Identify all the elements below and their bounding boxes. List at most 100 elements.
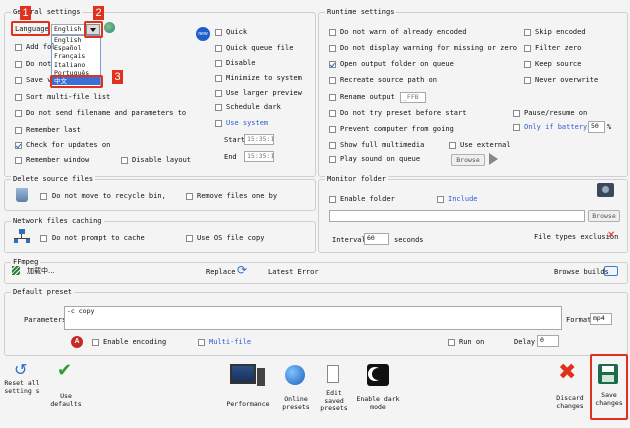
remember-last-label: Remember last [26, 126, 81, 134]
add-folder-checkbox[interactable] [15, 44, 22, 51]
schedule-dark-label: Schedule dark [226, 103, 281, 111]
use-defaults-label: Use defaults [50, 392, 82, 408]
use-external-checkbox[interactable] [449, 142, 456, 149]
annotation-tag-2: 2 [93, 6, 104, 20]
no-prompt-cache-checkbox[interactable] [40, 235, 47, 242]
disable-layout-checkbox[interactable] [121, 157, 128, 164]
remember-window-checkbox[interactable] [15, 157, 22, 164]
use-os-copy-checkbox[interactable] [186, 235, 193, 242]
delete-source-title: Delete source files [11, 175, 96, 183]
online-presets-button[interactable]: Online presets [280, 362, 312, 412]
parameters-input[interactable]: -c copy [64, 306, 562, 330]
globe-icon [285, 365, 305, 385]
performance-label: Performance [226, 400, 270, 408]
edit-saved-presets-button[interactable]: Edit saved presets [316, 362, 352, 412]
sort-multi-checkbox[interactable] [15, 94, 22, 101]
recreate-source-checkbox[interactable] [329, 77, 336, 84]
do-not-send-checkbox[interactable] [15, 110, 22, 117]
quick-checkbox[interactable] [215, 29, 222, 36]
remove-one-checkbox[interactable] [186, 193, 193, 200]
moon-icon [367, 364, 389, 386]
discard-changes-button[interactable]: ✖ Discard changes [550, 362, 590, 414]
no-recycle-checkbox[interactable] [40, 193, 47, 200]
enable-encoding-checkbox[interactable] [92, 339, 99, 346]
language-option[interactable]: Español [52, 44, 100, 52]
prevent-computer-checkbox[interactable] [329, 126, 336, 133]
camera-icon [597, 183, 614, 197]
rename-output-label: Rename output [340, 93, 395, 101]
keep-source-checkbox[interactable] [524, 61, 531, 68]
new-badge-text: new [198, 31, 208, 37]
start-time-value: 15:35:1 [247, 135, 274, 143]
refresh-icon[interactable]: ⟳ [237, 264, 247, 276]
schedule-dark-checkbox[interactable] [215, 104, 222, 111]
cpu-tower-icon [257, 368, 265, 386]
no-warning-missing-checkbox[interactable] [329, 45, 336, 52]
replace-label: Replace [206, 268, 236, 276]
run-on-checkbox[interactable] [448, 339, 455, 346]
language-select[interactable]: English [51, 24, 85, 35]
only-battery-label: Only if battery [524, 123, 588, 131]
enable-folder-checkbox[interactable] [329, 196, 336, 203]
enable-encoding-label: Enable encoding [103, 338, 167, 346]
pause-resume-checkbox[interactable] [513, 110, 520, 117]
no-warning-missing-label: Do not display warning for missing or ze… [340, 44, 518, 52]
no-try-preset-checkbox[interactable] [329, 110, 336, 117]
default-preset-title: Default preset [11, 288, 75, 296]
monitor-folder-path-input[interactable] [329, 210, 585, 222]
globe-icon [104, 22, 115, 33]
performance-button[interactable]: Performance [224, 362, 272, 412]
enable-dark-mode-button[interactable]: Enable dark mode [356, 362, 400, 412]
filter-zero-checkbox[interactable] [524, 45, 531, 52]
no-warn-already-label: Do not warn of already encoded [340, 28, 467, 36]
use-system-checkbox[interactable] [215, 120, 222, 127]
language-option[interactable]: Français [52, 52, 100, 60]
check-updates-checkbox[interactable] [15, 142, 22, 149]
no-warn-already-checkbox[interactable] [329, 29, 336, 36]
rename-output-checkbox[interactable] [329, 94, 336, 101]
monitor-browse-button[interactable]: Browse [588, 210, 620, 222]
browse-builds-link[interactable]: Browse builds [554, 268, 609, 277]
interval-input[interactable]: 60 [364, 233, 389, 245]
minimize-label: Minimize to system [226, 74, 302, 82]
use-defaults-button[interactable]: ✔ Use defaults [44, 360, 88, 416]
include-checkbox[interactable] [437, 196, 444, 203]
play-sound-label: Play sound on queue [340, 155, 421, 163]
open-output-checkbox[interactable] [329, 61, 336, 68]
sound-browse-button[interactable]: Browse [451, 154, 485, 166]
quick-label: Quick [226, 28, 248, 36]
only-battery-checkbox[interactable] [513, 124, 520, 131]
skip-encoded-checkbox[interactable] [524, 29, 531, 36]
encoding-logo-icon: A [71, 336, 83, 348]
quick-queue-checkbox[interactable] [215, 45, 222, 52]
larger-preview-checkbox[interactable] [215, 90, 222, 97]
add-folder-label: Add fol [26, 43, 56, 51]
save-checkbox[interactable] [15, 77, 22, 84]
minimize-checkbox[interactable] [215, 75, 222, 82]
latest-error-link[interactable]: Latest Error [268, 268, 319, 277]
rename-output-input[interactable]: _FFB [400, 92, 426, 103]
delay-input[interactable]: 0 [537, 335, 559, 347]
do-not-checkbox[interactable] [15, 61, 22, 68]
discard-icon: ✖ [558, 360, 577, 385]
reset-all-button[interactable]: ↺ Reset all setting s [4, 360, 40, 422]
disable-layout-label: Disable layout [132, 156, 192, 164]
battery-value: 50 [591, 122, 599, 130]
show-full-multimedia-checkbox[interactable] [329, 142, 336, 149]
play-icon[interactable] [489, 153, 498, 165]
remember-last-checkbox[interactable] [15, 127, 22, 134]
interval-value: 60 [367, 234, 375, 242]
end-time-input[interactable]: 15:35:1 [244, 151, 274, 162]
battery-input[interactable]: 50 [588, 121, 605, 133]
show-full-multimedia-label: Show full multimedia [340, 141, 425, 149]
never-overwrite-checkbox[interactable] [524, 77, 531, 84]
disable-checkbox[interactable] [215, 60, 222, 67]
close-icon[interactable]: ✕ [607, 231, 615, 241]
multi-file-label: Multi-file [209, 338, 252, 346]
format-input[interactable]: mp4 [590, 313, 612, 325]
start-time-input[interactable]: 15:35:1 [244, 134, 274, 145]
language-option[interactable]: Italiano [52, 61, 100, 69]
filter-zero-label: Filter zero [535, 44, 582, 52]
multi-file-checkbox[interactable] [198, 339, 205, 346]
play-sound-checkbox[interactable] [329, 156, 336, 163]
